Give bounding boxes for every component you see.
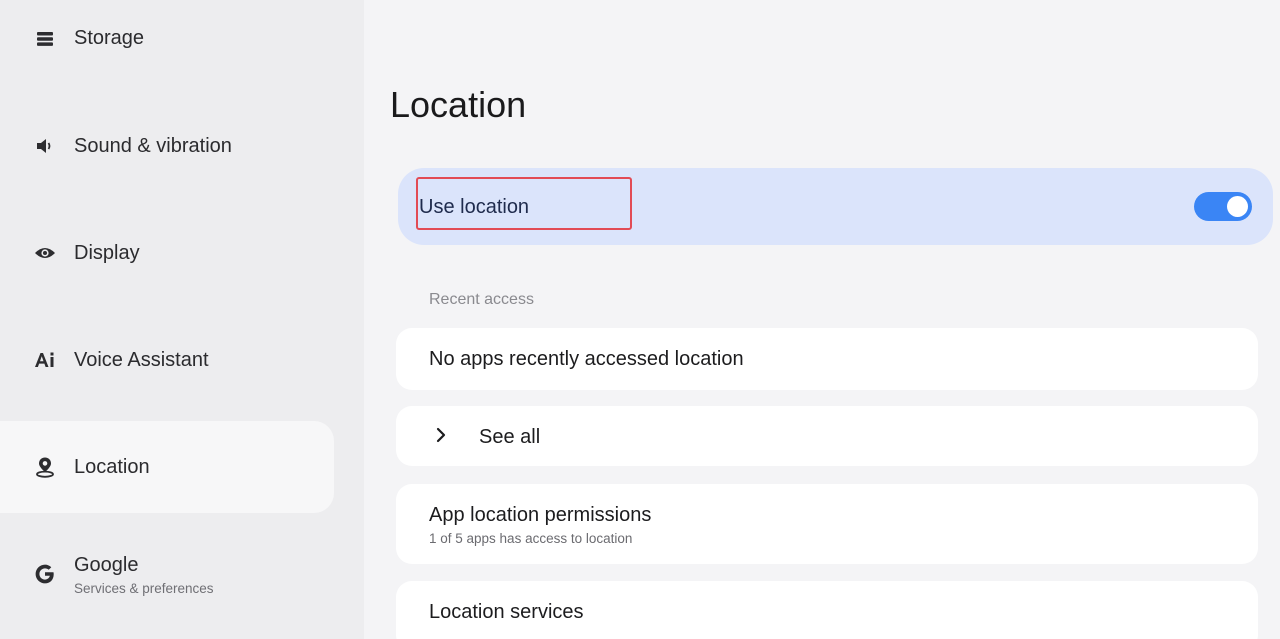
sidebar-item-label: Google [74, 554, 139, 576]
location-pin-icon [33, 455, 57, 479]
speaker-icon [33, 134, 57, 158]
location-services-title: Location services [429, 601, 584, 623]
sidebar-item-storage[interactable]: Storage [0, 0, 334, 78]
main-panel: Location Use location Recent access No a… [364, 0, 1280, 639]
recent-access-card: No apps recently accessed location [396, 328, 1258, 390]
sidebar-item-label: Sound & vibration [74, 135, 232, 157]
eye-icon [33, 241, 57, 265]
chevron-right-icon [431, 425, 451, 445]
sidebar-item-sound[interactable]: Sound & vibration [0, 100, 334, 192]
google-icon [33, 562, 57, 586]
sidebar-item-label: Storage [74, 27, 145, 49]
storage-icon [33, 27, 57, 51]
sidebar-item-voice-assistant[interactable]: Voice Assistant [0, 314, 334, 406]
see-all-label: See all [479, 426, 541, 448]
location-services-item[interactable]: Location services [396, 581, 1258, 639]
use-location-toggle[interactable] [1194, 192, 1252, 221]
sidebar-item-google[interactable]: Google Services & preferences [0, 528, 334, 620]
app-location-permissions-title: App location permissions [429, 504, 652, 526]
use-location-row[interactable]: Use location [398, 168, 1273, 245]
toggle-knob [1227, 196, 1248, 217]
app-location-permissions-item[interactable]: App location permissions 1 of 5 apps has… [396, 484, 1258, 564]
highlight-box [416, 177, 632, 230]
recent-access-header: Recent access [429, 291, 534, 308]
app-location-permissions-subtitle: 1 of 5 apps has access to location [429, 531, 633, 546]
sidebar-item-sublabel: Services & preferences [74, 581, 214, 596]
sidebar-item-label: Location [74, 456, 150, 478]
sidebar-item-label: Display [74, 242, 140, 264]
see-all-button[interactable]: See all [396, 406, 1258, 466]
sidebar-item-label: Voice Assistant [74, 349, 209, 371]
page-title: Location [390, 84, 527, 125]
sidebar: Storage Sound & vibration Display Voice … [0, 0, 364, 639]
ai-icon [33, 348, 57, 372]
sidebar-item-location[interactable]: Location [0, 421, 334, 513]
recent-access-empty-text: No apps recently accessed location [429, 348, 744, 370]
sidebar-item-display[interactable]: Display [0, 207, 334, 299]
